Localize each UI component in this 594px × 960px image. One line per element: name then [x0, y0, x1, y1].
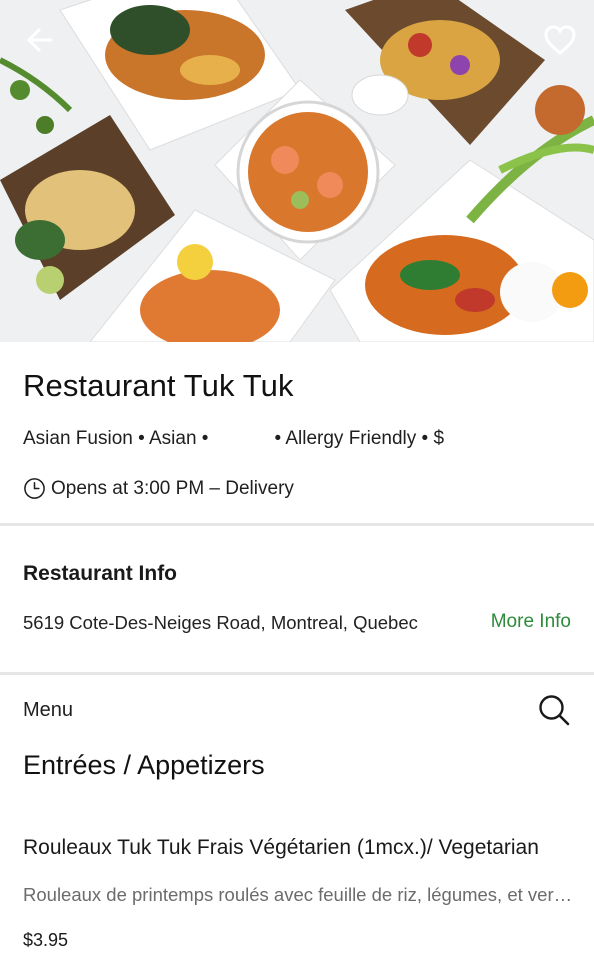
arrow-left-icon — [27, 28, 53, 52]
menu-label: Menu — [23, 699, 74, 721]
tags-right: • Allergy Friendly • $ — [274, 428, 445, 449]
section-divider — [0, 672, 594, 675]
heart-outline-icon — [544, 25, 576, 55]
food-photo — [0, 0, 594, 342]
menu-item-price: $3.95 — [23, 930, 69, 950]
hours-row: Opens at 3:00 PM – Delivery — [23, 477, 294, 500]
menu-category-title: Entrées / Appetizers — [23, 750, 265, 780]
restaurant-hero-image — [0, 0, 594, 342]
tags-gap — [208, 428, 274, 450]
menu-search-button[interactable] — [536, 692, 572, 728]
menu-item[interactable]: Rouleaux Tuk Tuk Frais Végétarien (1mcx.… — [0, 820, 594, 960]
restaurant-address: 5619 Cote-Des-Neiges Road, Montreal, Que… — [23, 612, 418, 633]
restaurant-tags: Asian Fusion • Asian • • Allergy Friendl… — [23, 428, 444, 450]
restaurant-info-title: Restaurant Info — [23, 562, 178, 585]
section-divider — [0, 523, 594, 526]
back-button[interactable] — [22, 22, 58, 58]
menu-item-name: Rouleaux Tuk Tuk Frais Végétarien (1mcx.… — [23, 836, 539, 859]
favorite-button[interactable] — [542, 22, 578, 58]
more-info-link[interactable]: More Info — [491, 611, 571, 633]
tags-left: Asian Fusion • Asian • — [23, 428, 209, 449]
hours-text: Opens at 3:00 PM – Delivery — [51, 477, 294, 499]
search-icon — [539, 695, 570, 726]
menu-item-description: Rouleaux de printemps roulés avec feuill… — [23, 884, 573, 905]
clock-icon — [24, 478, 45, 499]
restaurant-name: Restaurant Tuk Tuk — [23, 368, 294, 403]
